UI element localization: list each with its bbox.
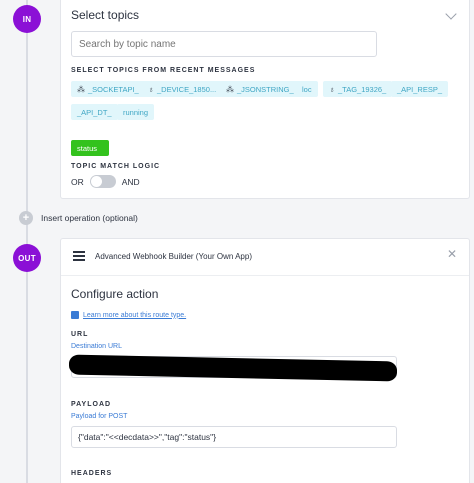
redaction-mark	[371, 362, 397, 380]
learn-more-link-row: Learn more about this route type.	[71, 311, 186, 319]
topic-chip[interactable]: ♁ _DEVICE_1850...	[142, 81, 223, 97]
topic-chip[interactable]: ♁ _TAG_19326_	[323, 81, 393, 97]
topics-card: Select topics SELECT TOPICS FROM RECENT …	[60, 0, 470, 199]
and-label: AND	[121, 176, 140, 187]
configure-action-title: Configure action	[71, 287, 159, 301]
plus-icon: +	[19, 211, 33, 225]
url-subtitle: Destination URL	[71, 343, 122, 350]
match-logic-toggle-row: OR AND	[71, 175, 140, 188]
book-icon	[71, 311, 79, 319]
cluster-icon: ⁂	[226, 84, 234, 94]
payload-subtitle: Payload for POST	[71, 413, 128, 420]
topic-search-input[interactable]	[71, 31, 377, 57]
pipeline-rail	[26, 0, 28, 483]
payload-field[interactable]: {"data":"<<decdata>>","tag":"status"}	[71, 426, 397, 448]
topic-chip[interactable]: ⁂ _JSONSTRING_	[220, 81, 300, 97]
url-heading: URL	[71, 331, 89, 338]
match-logic-toggle[interactable]	[89, 175, 116, 188]
topic-match-logic-heading: TOPIC MATCH LOGIC	[71, 163, 161, 170]
insert-operation-button[interactable]: + Insert operation (optional)	[19, 211, 138, 225]
learn-more-link[interactable]: Learn more about this route type.	[83, 312, 186, 319]
topic-chip[interactable]: running	[117, 104, 155, 120]
topic-chip[interactable]: loc	[296, 81, 318, 97]
divider	[61, 275, 469, 276]
topic-chip[interactable]: ⁂ _SOCKETAPI_	[71, 81, 145, 97]
chevron-down-icon[interactable]	[445, 8, 457, 20]
action-card: Advanced Webhook Builder (Your Own App) …	[60, 238, 470, 483]
cluster-icon: ⁂	[77, 84, 85, 94]
topic-chip[interactable]: _API_DT_	[71, 104, 118, 120]
builder-title: Advanced Webhook Builder (Your Own App)	[95, 252, 252, 261]
headers-heading: HEADERS	[71, 470, 113, 477]
payload-heading: PAYLOAD	[71, 401, 112, 408]
out-step-badge: OUT	[13, 244, 41, 272]
insert-operation-label: Insert operation (optional)	[41, 213, 138, 223]
recent-topics-heading: SELECT TOPICS FROM RECENT MESSAGES	[71, 67, 256, 74]
close-icon[interactable]: ✕	[447, 247, 457, 261]
or-label: OR	[71, 176, 84, 187]
topic-chip[interactable]: _API_RESP_	[391, 81, 449, 97]
select-topics-title: Select topics	[71, 8, 140, 22]
device-icon: ♁	[329, 84, 335, 94]
selected-topic-chip[interactable]: status	[71, 140, 109, 156]
sliders-icon	[73, 251, 85, 261]
device-icon: ♁	[148, 84, 154, 94]
in-step-badge: IN	[13, 5, 41, 33]
